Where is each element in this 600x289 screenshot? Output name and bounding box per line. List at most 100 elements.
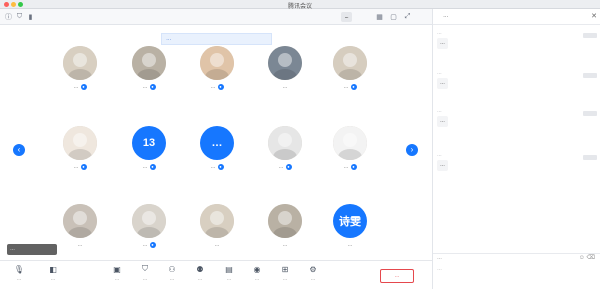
participant-name-row: … [255,241,315,249]
avatar [132,204,166,238]
screen-share-icon: ▣ [113,264,121,274]
side-panel: … ✕ …………………… … ☺ ⌫ … [432,9,600,289]
toolbar-button-label: … [310,276,316,281]
mic-status-icon: ● [149,84,156,90]
participant-name: … [282,84,288,90]
toolbar-button-label: … [142,276,148,281]
next-page-button[interactable]: › [406,144,418,156]
toolbar-button-label: … [226,276,232,281]
avatar [200,46,234,80]
chat-message-meta: … [437,71,442,76]
chat-message: …… [437,153,597,171]
participant-name: … [142,242,148,248]
avatar [268,126,302,160]
participant-name-row: … [187,241,247,249]
participant-name: … [210,164,216,170]
participant-name-row: … ● [187,163,247,171]
participant-tile[interactable]: … ● [119,204,179,260]
avatar [333,46,367,80]
chat-bubble: … [437,38,448,49]
avatar [63,126,97,160]
toolbar-button-label: … [50,276,56,281]
chat-tool-icons[interactable]: ☺ ⌫ [579,254,595,261]
grid-view-icon[interactable]: ▢ [389,12,398,21]
avatar [268,204,302,238]
participant-name: … [142,164,148,170]
toolbar-button-label: … [16,276,22,281]
info-icon[interactable]: ⓘ [4,12,13,21]
members-icon: ⚉ [196,264,204,274]
participant-name: … [282,242,288,248]
invite-icon: ⚇ [168,264,176,274]
participant-name-row: … [50,241,110,249]
participant-name: … [347,242,353,248]
participant-tile[interactable]: … [187,204,247,260]
participant-tile[interactable]: … [255,204,315,260]
participant-name-row: … ● [320,83,380,91]
floating-self-view-chip[interactable]: … [7,244,57,255]
participant-tile[interactable]: … ● [187,46,247,102]
participant-name: … [77,242,83,248]
toolbar-button-label: … [197,276,203,281]
chat-input[interactable]: … [433,263,600,289]
chat-tools-bar: … ☺ ⌫ [433,253,600,262]
settings-button[interactable]: ⚙… [296,264,330,288]
avatar-text: … [211,137,223,149]
participant-tile[interactable]: … ● [320,46,380,102]
microphone-icon: 🎙 [13,264,25,274]
participant-name-row: … ● [255,163,315,171]
end-meeting-button[interactable]: … [380,269,414,283]
participant-tile[interactable]: … ● [255,126,315,182]
close-icon[interactable]: ✕ [591,12,597,20]
chat-message-list: …………………… [433,25,600,253]
participant-tile[interactable]: …… ● [187,126,247,182]
participant-tile[interactable]: 13 … ● [119,126,179,182]
participant-name-row: … ● [119,241,179,249]
microphone-button[interactable]: 🎙… [2,264,36,288]
mic-status-icon: ● [149,242,156,248]
fullscreen-icon[interactable]: ⤢ [403,12,412,21]
participant-name: … [210,84,216,90]
security-shield-icon[interactable]: ⛉ [15,12,24,21]
mic-status-icon: ● [149,164,156,170]
message-tag [583,111,597,116]
avatar [63,204,97,238]
participant-name: … [278,164,284,170]
participant-tile[interactable]: … ● [50,46,110,102]
panel-title: … [443,13,449,19]
participant-name-row: … ● [187,83,247,91]
signal-icon: ▮ [28,13,33,21]
participant-name: … [73,84,79,90]
participant-tile[interactable]: 诗雯 … [320,204,380,260]
participant-name: … [73,164,79,170]
participant-tile[interactable]: … [50,204,110,260]
panel-header: … ✕ [433,9,600,25]
avatar [200,204,234,238]
participant-tile[interactable]: … ● [50,126,110,182]
participant-tile[interactable]: … [255,46,315,102]
participant-tile[interactable]: … ● [320,126,380,182]
layout-icon[interactable]: ▦ [375,12,384,21]
prev-page-button[interactable]: ‹ [13,144,25,156]
avatar [132,46,166,80]
toolbar-button-label: … [254,276,260,281]
participant-name-row: … ● [119,83,179,91]
participant-name-row: … ● [320,163,380,171]
participant-tile[interactable]: … ● [119,46,179,102]
avatar: … [200,126,234,160]
chat-recipient-label[interactable]: … [437,255,442,261]
chat-message: …… [437,71,597,89]
mic-status-icon: ● [217,164,224,170]
toolbar-button-label: … [169,276,175,281]
toolbar-button-label: … [282,276,288,281]
participant-name-row: … ● [50,163,110,171]
meeting-timer: … [341,12,353,22]
message-tag [583,73,597,78]
mic-status-icon: ● [285,164,292,170]
avatar: 诗雯 [333,204,367,238]
participant-name: … [142,84,148,90]
participant-name-row: … [320,241,380,249]
camera-button[interactable]: ◧… [36,264,70,288]
apps-icon: ⊞ [281,264,289,274]
mic-status-icon: ● [350,164,357,170]
